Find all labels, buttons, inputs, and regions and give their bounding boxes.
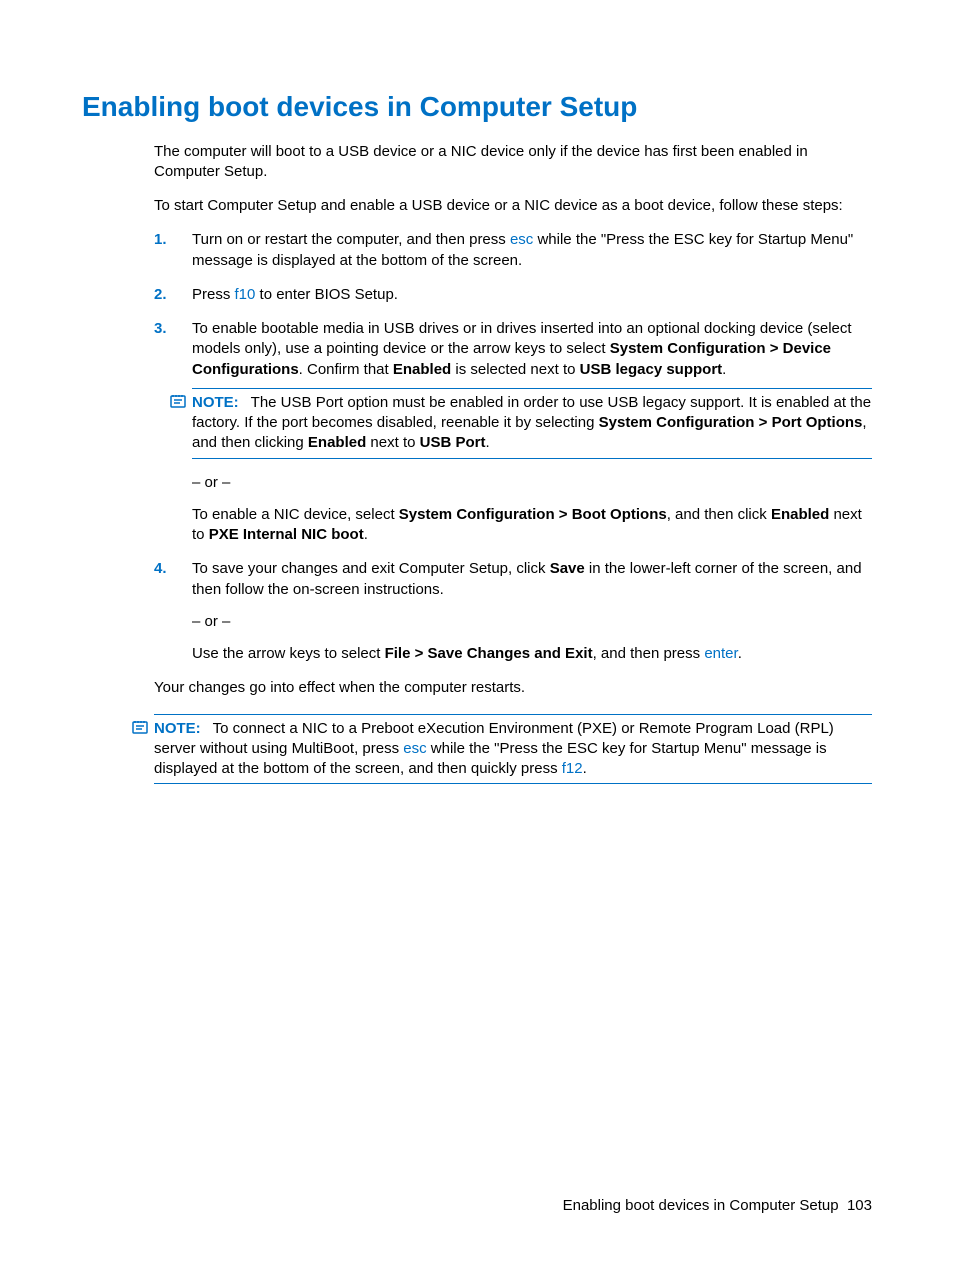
key-esc-2: esc [403, 740, 426, 757]
step-3-alt: To enable a NIC device, select System Co… [192, 505, 872, 546]
step-4-text-a: To save your changes and exit Computer S… [192, 560, 550, 577]
page-footer: Enabling boot devices in Computer Setup … [563, 1197, 872, 1214]
key-enter: enter [704, 645, 737, 662]
intro-block: The computer will boot to a USB device o… [154, 142, 872, 217]
step-3-alt-bold-1: System Configuration > Boot Options [399, 506, 667, 523]
key-f12: f12 [562, 760, 583, 777]
step-1: Turn on or restart the computer, and the… [154, 230, 872, 271]
after-steps-text: Your changes go into effect when the com… [154, 678, 872, 698]
step-3-alt-a: To enable a NIC device, select [192, 506, 399, 523]
step-3-text-b: . Confirm that [299, 361, 393, 378]
step-1-text-a: Turn on or restart the computer, and the… [192, 231, 510, 248]
document-page: Enabling boot devices in Computer Setup … [0, 0, 954, 784]
note-block-1: NOTE:The USB Port option must be enabled… [192, 388, 872, 459]
step-3-text-c: is selected next to [451, 361, 579, 378]
key-f10: f10 [235, 286, 256, 303]
step-3-alt-b: , and then click [667, 506, 771, 523]
note-icon [132, 719, 148, 735]
or-separator-2: – or – [192, 612, 872, 632]
step-3-alt-bold-2: Enabled [771, 506, 829, 523]
note-1-bold-3: USB Port [420, 434, 486, 451]
key-esc: esc [510, 231, 533, 248]
footer-page-number: 103 [847, 1197, 872, 1214]
step-3: To enable bootable media in USB drives o… [154, 319, 872, 545]
step-3-bold-3: USB legacy support [580, 361, 723, 378]
page-title: Enabling boot devices in Computer Setup [82, 90, 872, 124]
or-separator: – or – [192, 473, 872, 493]
step-list: Turn on or restart the computer, and the… [154, 230, 872, 664]
note-1-text-c: next to [366, 434, 419, 451]
note-block-2: NOTE:To connect a NIC to a Preboot eXecu… [154, 714, 872, 785]
step-3-text-d: . [722, 361, 726, 378]
note-1-text-d: . [485, 434, 489, 451]
intro-paragraph-1: The computer will boot to a USB device o… [154, 142, 872, 183]
note-1-bold-2: Enabled [308, 434, 366, 451]
step-4-alt: Use the arrow keys to select File > Save… [192, 644, 872, 664]
footer-note-c: . [583, 760, 587, 777]
note-icon [170, 393, 186, 409]
step-4: To save your changes and exit Computer S… [154, 559, 872, 664]
note-1-bold-1: System Configuration > Port Options [599, 414, 863, 431]
intro-paragraph-2: To start Computer Setup and enable a USB… [154, 196, 872, 216]
step-3-bold-2: Enabled [393, 361, 451, 378]
step-3-alt-bold-3: PXE Internal NIC boot [209, 526, 364, 543]
note-label-2: NOTE: [154, 720, 201, 737]
step-2-text-b: to enter BIOS Setup. [255, 286, 398, 303]
step-4-bold-1: Save [550, 560, 585, 577]
step-2: Press f10 to enter BIOS Setup. [154, 285, 872, 305]
step-2-text-a: Press [192, 286, 235, 303]
step-4-alt-bold-1: File > Save Changes and Exit [385, 645, 593, 662]
step-4-alt-c: . [738, 645, 742, 662]
step-3-alt-d: . [364, 526, 368, 543]
step-4-alt-a: Use the arrow keys to select [192, 645, 385, 662]
footer-section-title: Enabling boot devices in Computer Setup [563, 1197, 839, 1214]
note-label: NOTE: [192, 394, 239, 411]
step-4-alt-b: , and then press [593, 645, 705, 662]
